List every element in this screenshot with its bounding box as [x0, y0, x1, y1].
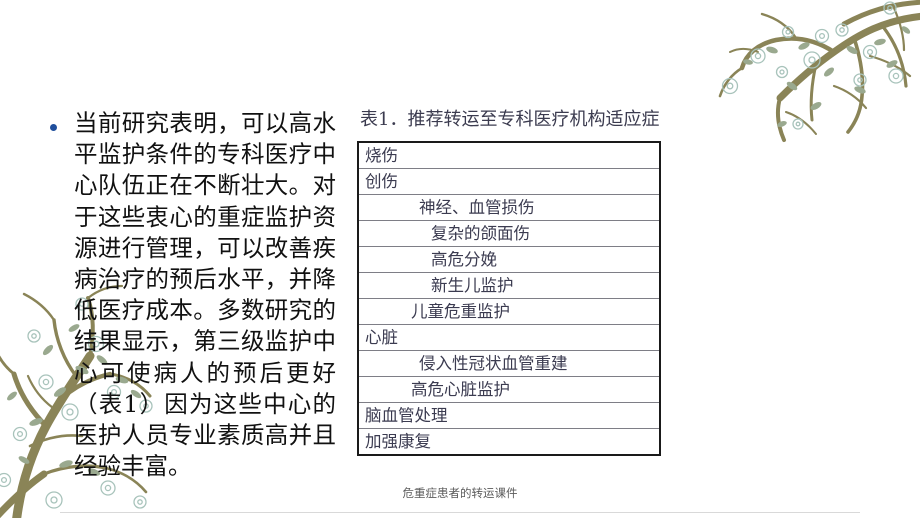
table-cell: 心脏 — [358, 324, 660, 351]
table-row: 烧伤 — [358, 142, 660, 169]
branch-decoration-top-right — [718, 0, 920, 142]
table-title: 表1．推荐转运至专科医疗机构适应症 — [360, 109, 660, 130]
indications-table: 烧伤 创伤 神经、血管损伤 复杂的颌面伤 高危分娩 新生儿监护 儿童危重监护 心… — [357, 141, 661, 456]
slide-canvas: 当前研究表明，可以高水平监护条件的专科医疗中心队伍正在不断壮大。对于这些衷心的重… — [0, 0, 920, 518]
table-row: 儿童危重监护 — [358, 298, 660, 325]
table-row: 高危分娩 — [358, 246, 660, 273]
table-cell: 复杂的颌面伤 — [358, 220, 660, 247]
table-row: 心脏 — [358, 324, 660, 351]
table-cell: 新生儿监护 — [358, 272, 660, 299]
table-cell: 高危分娩 — [358, 246, 660, 273]
table-cell: 侵入性冠状血管重建 — [358, 350, 660, 377]
table-cell: 儿童危重监护 — [358, 298, 660, 325]
table-row: 复杂的颌面伤 — [358, 220, 660, 247]
table-row: 脑血管处理 — [358, 402, 660, 429]
table-cell: 创伤 — [358, 168, 660, 195]
table-row: 新生儿监护 — [358, 272, 660, 299]
footer-divider — [60, 512, 860, 513]
table-cell: 加强康复 — [358, 428, 660, 455]
table-row: 高危心脏监护 — [358, 376, 660, 403]
footer-caption: 危重症患者的转运课件 — [402, 486, 518, 500]
table-row: 创伤 — [358, 168, 660, 195]
table-cell: 高危心脏监护 — [358, 376, 660, 403]
table-row: 神经、血管损伤 — [358, 194, 660, 221]
table-row: 侵入性冠状血管重建 — [358, 350, 660, 377]
table-cell: 神经、血管损伤 — [358, 194, 660, 221]
table-cell: 脑血管处理 — [358, 402, 660, 429]
table-cell: 烧伤 — [358, 142, 660, 169]
bullet-paragraph-text: 当前研究表明，可以高水平监护条件的专科医疗中心队伍正在不断壮大。对于这些衷心的重… — [74, 109, 336, 481]
bullet-dot-icon — [50, 124, 57, 131]
bullet-paragraph-block: 当前研究表明，可以高水平监护条件的专科医疗中心队伍正在不断壮大。对于这些衷心的重… — [44, 108, 336, 482]
table-row: 加强康复 — [358, 428, 660, 455]
